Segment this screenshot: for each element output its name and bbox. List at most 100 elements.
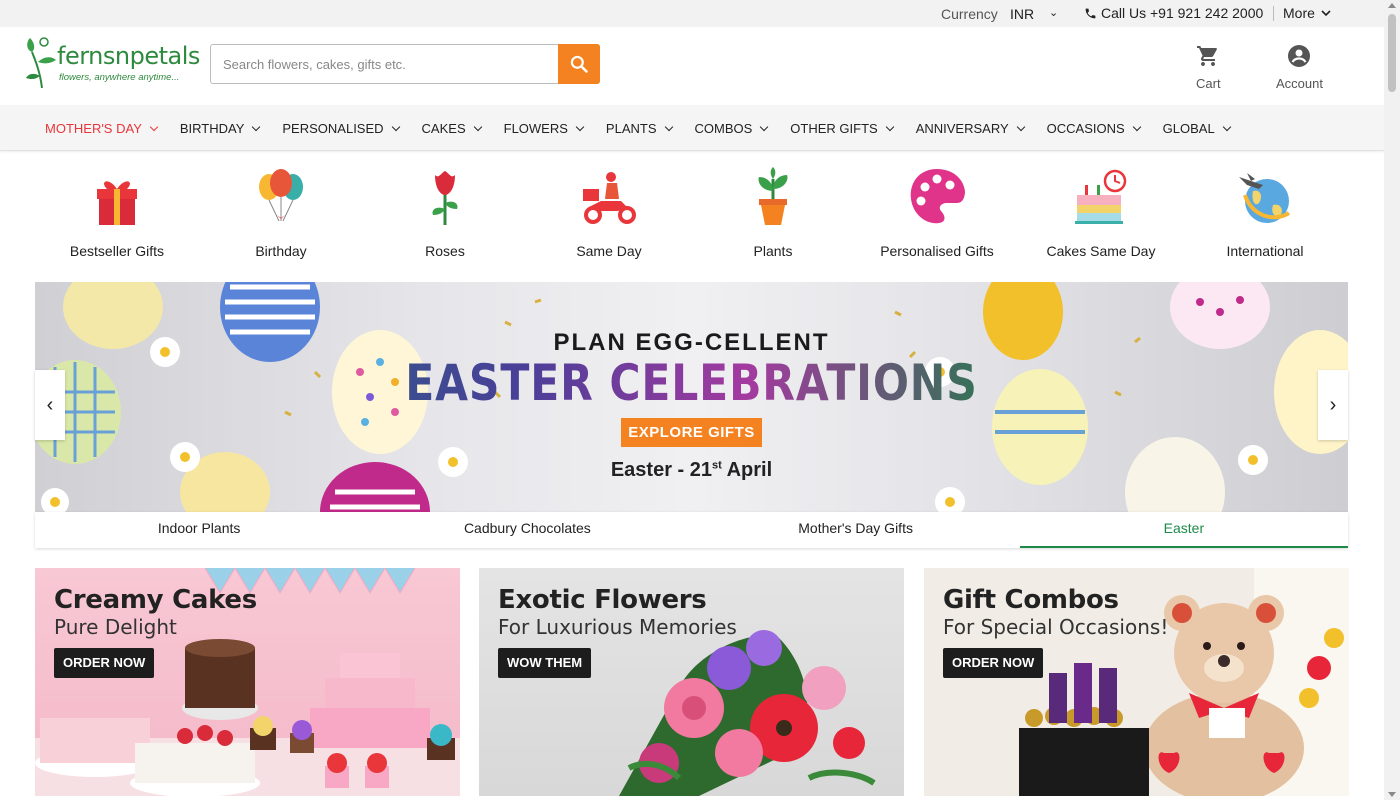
category-birthday[interactable]: Birthday — [199, 165, 363, 265]
chevron-down-icon — [760, 122, 769, 131]
chevron-left-icon: ‹ — [46, 393, 54, 416]
call-us-text: Call Us +91 921 242 2000 — [1101, 5, 1264, 21]
rose-icon — [432, 171, 458, 225]
phone-icon — [1085, 8, 1096, 18]
category-label: Bestseller Gifts — [69, 243, 165, 259]
category-cakes-same-day[interactable]: Cakes Same Day — [1019, 165, 1183, 265]
chevron-down-icon — [252, 122, 261, 131]
order-now-button[interactable]: ORDER NOW — [54, 648, 155, 678]
order-now-button[interactable]: ORDER NOW — [943, 648, 1044, 678]
nav-item-plants[interactable]: PLANTS — [605, 121, 673, 136]
promo-subtitle: For Luxurious Memories — [498, 615, 737, 639]
banner-date-prefix: Easter - 21 — [610, 459, 712, 481]
cake-clock-icon — [1075, 169, 1127, 224]
search-button[interactable] — [558, 44, 600, 84]
site-logo[interactable]: fernsnpetals flowers, anywhere anytime..… — [24, 32, 200, 90]
category-personalised-gifts[interactable]: Personalised Gifts — [855, 165, 1019, 265]
category-bestseller-gifts[interactable]: Bestseller Gifts — [35, 165, 199, 265]
category-label: International — [1226, 243, 1304, 259]
chevron-down-icon — [664, 122, 673, 131]
call-us-link[interactable]: Call Us +91 921 242 2000 — [1084, 5, 1263, 21]
scroll-thumb[interactable] — [1388, 14, 1396, 92]
nav-item-label: BIRTHDAY — [179, 121, 245, 136]
category-label: Same Day — [576, 243, 642, 259]
chevron-down-icon — [1016, 122, 1025, 131]
globe-plane-icon — [1239, 173, 1291, 223]
wow-them-button[interactable]: WOW THEM — [498, 648, 592, 678]
nav-item-label: MOTHER'S DAY — [45, 121, 142, 136]
chevron-down-icon — [391, 122, 400, 131]
nav-item-label: FLOWERS — [503, 121, 568, 136]
chevron-down-icon — [1321, 9, 1331, 16]
chevron-down-icon — [575, 122, 585, 131]
hero-banner[interactable]: PLAN EGG-CELLENT EASTER CELEBRATIONS EXP… — [35, 282, 1348, 512]
search-bar — [210, 44, 600, 84]
more-label: More — [1283, 5, 1315, 21]
nav-item-other-gifts[interactable]: OTHER GIFTS — [790, 121, 894, 136]
category-international[interactable]: International — [1183, 165, 1347, 265]
logo-brand-text: fernsnpetals — [57, 42, 200, 70]
banner-tabs: Indoor Plants Cadbury Chocolates Mother'… — [35, 512, 1348, 548]
banner-prev-button[interactable]: ‹ — [35, 370, 65, 440]
explore-gifts-button[interactable]: EXPLORE GIFTS — [621, 418, 762, 447]
category-label: Cakes Same Day — [1046, 243, 1156, 259]
palette-icon — [910, 169, 965, 224]
banner-date-suffix: April — [721, 459, 773, 481]
category-roses[interactable]: Roses — [363, 165, 527, 265]
nav-item-label: PERSONALISED — [282, 121, 384, 136]
tab-mothers-day-gifts[interactable]: Mother's Day Gifts — [692, 512, 1020, 548]
nav-item-global[interactable]: GLOBAL — [1162, 121, 1231, 136]
page-scrollbar[interactable] — [1384, 0, 1400, 800]
banner-title-main: EASTER CELEBRATIONS — [133, 354, 1249, 412]
nav-item-birthday[interactable]: BIRTHDAY — [179, 121, 261, 136]
account-button[interactable]: Account — [1276, 44, 1323, 91]
chevron-down-icon — [473, 122, 482, 131]
category-same-day[interactable]: Same Day — [527, 165, 691, 265]
scroll-down-arrow-icon[interactable] — [1388, 792, 1396, 797]
potted-plant-icon — [758, 167, 788, 225]
currency-select[interactable]: INR — [1010, 6, 1034, 22]
nav-item-label: OCCASIONS — [1046, 121, 1125, 136]
nav-item-occasions[interactable]: OCCASIONS — [1046, 121, 1141, 136]
tab-easter[interactable]: Easter — [1019, 512, 1348, 548]
nav-item-label: CAKES — [421, 121, 466, 136]
nav-item-personalised[interactable]: PERSONALISED — [282, 121, 400, 136]
cart-button[interactable]: Cart — [1196, 44, 1221, 91]
promo-card-cakes[interactable]: Creamy Cakes Pure Delight ORDER NOW — [35, 568, 460, 796]
nav-item-label: PLANTS — [605, 121, 657, 136]
search-input[interactable] — [211, 45, 559, 83]
divider — [1273, 6, 1274, 21]
category-strip: Bestseller Gifts Birthday Roses Same Day — [35, 165, 1348, 265]
scroll-up-arrow-icon[interactable] — [1388, 3, 1396, 8]
nav-item-label: GLOBAL — [1162, 121, 1215, 136]
delivery-scooter-icon — [583, 172, 636, 224]
chevron-down-icon — [885, 122, 894, 131]
tab-cadbury-chocolates[interactable]: Cadbury Chocolates — [363, 512, 691, 548]
gift-box-icon — [97, 181, 137, 225]
nav-item-label: COMBOS — [694, 121, 753, 136]
cart-icon — [1197, 46, 1218, 66]
chevron-right-icon: › — [1329, 393, 1337, 416]
more-menu[interactable]: More — [1283, 5, 1331, 21]
banner-next-button[interactable]: › — [1318, 370, 1348, 440]
nav-item-combos[interactable]: COMBOS — [694, 121, 769, 136]
category-plants[interactable]: Plants — [691, 165, 855, 265]
category-label: Personalised Gifts — [880, 243, 994, 259]
top-utility-bar: Currency INR ⌄ Call Us +91 921 242 2000 … — [0, 0, 1384, 27]
account-icon — [1288, 45, 1311, 67]
promo-card-flowers[interactable]: Exotic Flowers For Luxurious Memories WO… — [479, 568, 904, 796]
logo-tagline: flowers, anywhere anytime... — [59, 72, 180, 83]
cart-label: Cart — [1196, 76, 1221, 91]
nav-item-cakes[interactable]: CAKES — [421, 121, 482, 136]
category-label: Birthday — [255, 243, 307, 259]
category-label: Plants — [753, 243, 793, 259]
tab-indoor-plants[interactable]: Indoor Plants — [35, 512, 363, 548]
logo-leaf-icon — [26, 37, 56, 89]
chevron-down-icon[interactable]: ⌄ — [1049, 6, 1058, 19]
nav-item-flowers[interactable]: FLOWERS — [503, 121, 585, 136]
nav-item-mothers-day[interactable]: MOTHER'S DAY — [45, 121, 159, 136]
category-label: Roses — [425, 243, 465, 259]
nav-item-label: OTHER GIFTS — [790, 121, 878, 136]
nav-item-anniversary[interactable]: ANNIVERSARY — [916, 121, 1025, 136]
promo-card-combos[interactable]: Gift Combos For Special Occasions! ORDER… — [924, 568, 1349, 796]
